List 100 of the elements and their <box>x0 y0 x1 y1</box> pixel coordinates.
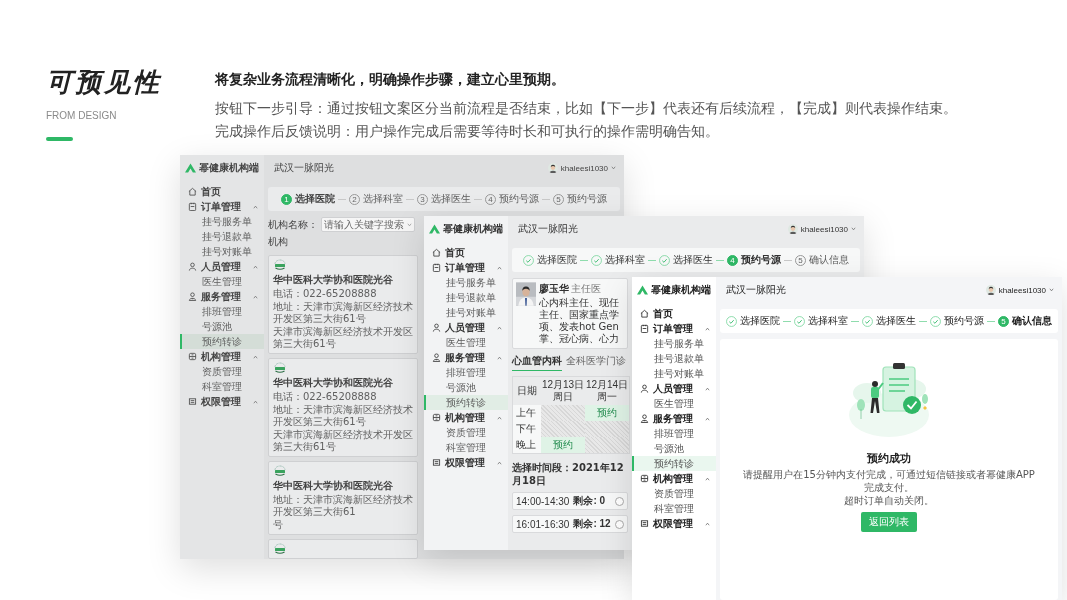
sidebar-subitem[interactable]: 预约转诊 <box>632 456 716 471</box>
sidebar-item[interactable]: 权限管理 <box>424 455 508 470</box>
sidebar-subitem[interactable]: 预约转诊 <box>424 395 508 410</box>
sidebar-subitem[interactable]: 挂号服务单 <box>180 214 264 229</box>
sidebar-item[interactable]: 服务管理 <box>180 289 264 304</box>
slot-time: 14:00-14:30 <box>516 495 570 507</box>
sidebar-item[interactable]: 机构管理 <box>632 471 716 486</box>
user-name[interactable]: khaleesi1030 <box>560 163 608 173</box>
slot-time: 16:01-16:30 <box>516 518 570 530</box>
step-label: 选择科室 <box>363 192 403 206</box>
step-line <box>648 259 656 261</box>
home-icon <box>432 248 441 257</box>
sidebar-subitem[interactable]: 科室管理 <box>180 379 264 394</box>
sidebar-subitem[interactable]: 挂号退款单 <box>424 290 508 305</box>
sidebar-item[interactable]: 机构管理 <box>424 410 508 425</box>
sidebar-item[interactable]: 机构管理 <box>180 349 264 364</box>
sidebar-item[interactable]: 首页 <box>632 306 716 321</box>
doctor-bio: 主任、国家重点学 <box>539 309 619 321</box>
sidebar-item[interactable]: 服务管理 <box>424 350 508 365</box>
step-number: 4 <box>727 254 738 266</box>
location-label: 武汉一脉阳光 <box>726 283 786 297</box>
bookable-cell[interactable]: 预约 <box>585 405 629 421</box>
avatar-icon <box>985 285 996 295</box>
hospital-card[interactable]: 华中医科大学协和医院光谷 电话：022-65208888 地址：天津市滨海新区经济技术开发区第三大街61号 天津市滨海新区经济技术开发区第三大街61号 <box>268 358 418 457</box>
caret-icon <box>705 476 710 481</box>
column-header: 日期 <box>513 377 541 405</box>
time-slot[interactable]: 16:01-16:30 剩余: 12 <box>512 515 628 533</box>
sidebar-subitem[interactable]: 科室管理 <box>632 501 716 516</box>
caret-icon <box>705 326 710 331</box>
logo-icon <box>429 224 440 234</box>
hospital-address: 号 <box>273 519 283 531</box>
caret-icon <box>705 521 710 526</box>
sidebar-item[interactable]: 权限管理 <box>180 394 264 409</box>
step-label: 选择医院 <box>537 253 577 267</box>
step-line <box>784 259 792 261</box>
hospital-address: 地址：天津市滨海新区经济技术开发区第三大街61号 <box>273 404 413 428</box>
sidebar-subitem[interactable]: 科室管理 <box>424 440 508 455</box>
caret-icon <box>705 386 710 391</box>
list-icon <box>432 458 441 467</box>
sidebar-item[interactable]: 订单管理 <box>180 199 264 214</box>
sidebar-item[interactable]: 人员管理 <box>424 320 508 335</box>
column-header: 12月13日 周日 <box>541 377 585 405</box>
sidebar-subitem[interactable]: 号源池 <box>632 441 716 456</box>
sidebar-item[interactable]: 人员管理 <box>180 259 264 274</box>
sidebar-item[interactable]: 首页 <box>424 245 508 260</box>
radio-button[interactable] <box>615 496 624 506</box>
sidebar-item[interactable]: 订单管理 <box>632 321 716 336</box>
document-icon <box>640 324 649 333</box>
filter-label: 机构名称： <box>268 217 318 232</box>
bookable-cell[interactable]: 预约 <box>541 437 585 453</box>
sidebar-subitem[interactable]: 挂号服务单 <box>632 336 716 351</box>
caret-icon <box>497 415 502 420</box>
search-select[interactable]: 请输入关键字搜索 <box>321 217 415 232</box>
caret-icon <box>497 325 502 330</box>
sidebar-item[interactable]: 订单管理 <box>424 260 508 275</box>
time-slot[interactable]: 14:00-14:30 剩余: 0 <box>512 492 628 510</box>
step-label: 选择科室 <box>605 253 645 267</box>
sidebar-subitem[interactable]: 排班管理 <box>632 426 716 441</box>
user-name[interactable]: khaleesi1030 <box>998 285 1046 295</box>
unavailable-cell <box>541 405 585 421</box>
sidebar-subitem[interactable]: 挂号对账单 <box>424 305 508 320</box>
sidebar-subitem[interactable]: 挂号退款单 <box>632 351 716 366</box>
sidebar-subitem[interactable]: 挂号对账单 <box>632 366 716 381</box>
sidebar-subitem[interactable]: 资质管理 <box>180 364 264 379</box>
sidebar-subitem[interactable]: 排班管理 <box>180 304 264 319</box>
sidebar-subitem[interactable]: 医生管理 <box>180 274 264 289</box>
sidebar-item[interactable]: 人员管理 <box>632 381 716 396</box>
person-icon <box>640 384 649 393</box>
home-icon <box>640 309 649 318</box>
sidebar-item[interactable]: 权限管理 <box>632 516 716 531</box>
hospital-card[interactable]: 华中医科大学协和医院光谷 电话：022-65208888 地址：天津市滨海新区经济技术开发区第三大街61号 天津市滨海新区经济技术开发区第三大街61号 <box>268 255 418 354</box>
step-label: 选择医生 <box>431 192 471 206</box>
hospital-card[interactable] <box>268 539 418 559</box>
sidebar-subitem[interactable]: 医生管理 <box>424 335 508 350</box>
sidebar-item[interactable]: 首页 <box>180 184 264 199</box>
description-text: 完成操作后反馈说明：用户操作完成后需要等待时长和可执行的操作需明确告知。 <box>215 122 720 141</box>
sidebar-subitem[interactable]: 挂号退款单 <box>180 229 264 244</box>
list-icon <box>640 519 649 528</box>
department-tab[interactable]: 全科医学门诊 <box>566 354 626 371</box>
caret-icon <box>705 416 710 421</box>
sidebar-subitem[interactable]: 资质管理 <box>424 425 508 440</box>
department-tab[interactable]: 心血管内科 <box>512 354 562 371</box>
document-icon <box>188 202 197 211</box>
sidebar-subitem[interactable]: 号源池 <box>424 380 508 395</box>
sidebar-subitem[interactable]: 排班管理 <box>424 365 508 380</box>
sidebar-subitem[interactable]: 医生管理 <box>632 396 716 411</box>
sidebar-subitem[interactable]: 号源池 <box>180 319 264 334</box>
step-label: 预约号源 <box>944 314 984 328</box>
radio-button[interactable] <box>615 519 624 529</box>
sidebar-subitem[interactable]: 挂号对账单 <box>180 244 264 259</box>
caret-icon <box>253 399 258 404</box>
user-name[interactable]: khaleesi1030 <box>800 224 848 234</box>
sidebar-subitem[interactable]: 挂号服务单 <box>424 275 508 290</box>
step-label: 预约号源 <box>741 253 781 267</box>
sidebar-subitem[interactable]: 预约转诊 <box>180 334 264 349</box>
caret-icon <box>253 354 258 359</box>
caret-icon <box>253 294 258 299</box>
hospital-card[interactable]: 华中医科大学协和医院光谷 地址：天津市滨海新区经济技术开发区第三大街61 号 <box>268 461 418 535</box>
sidebar-item[interactable]: 服务管理 <box>632 411 716 426</box>
sidebar-subitem[interactable]: 资质管理 <box>632 486 716 501</box>
